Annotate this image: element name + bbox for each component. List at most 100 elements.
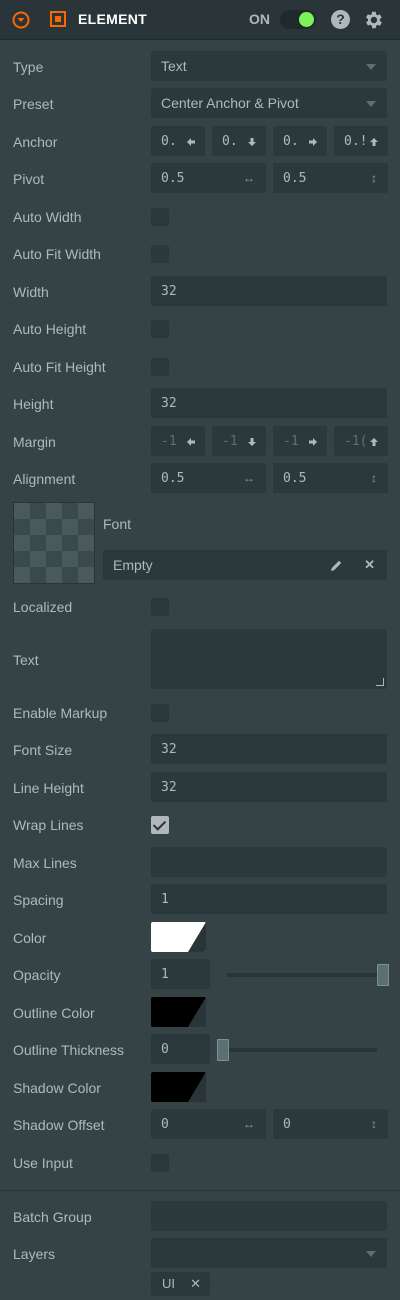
wrap-lines-label: Wrap Lines [13, 817, 84, 833]
row-color: Color [0, 922, 400, 954]
layers-select[interactable] [151, 1238, 387, 1268]
alignment-x-input[interactable]: 0.5 ↔ [151, 463, 266, 493]
resize-handle-icon[interactable] [376, 678, 384, 686]
enabled-toggle[interactable] [280, 10, 316, 29]
type-value: Text [161, 58, 187, 74]
row-type: Type Text [0, 51, 400, 83]
auto-width-checkbox[interactable] [151, 208, 169, 226]
opacity-slider-handle[interactable] [377, 964, 389, 986]
height-label: Height [13, 396, 54, 412]
section-divider [0, 1190, 400, 1191]
max-lines-input[interactable] [151, 847, 387, 877]
batch-group-input[interactable] [151, 1201, 387, 1231]
preset-value: Center Anchor & Pivot [161, 95, 299, 111]
help-icon[interactable]: ? [331, 10, 350, 29]
anchor-right-input[interactable]: 0. [273, 126, 327, 156]
alpha-corner [188, 922, 206, 952]
outline-thickness-slider-handle[interactable] [217, 1039, 229, 1061]
chevron-down-icon [366, 101, 376, 107]
layer-tag-label: UI [162, 1276, 175, 1291]
shadow-color-swatch[interactable] [151, 1072, 206, 1102]
preset-label: Preset [13, 96, 54, 112]
batch-group-label: Batch Group [13, 1209, 92, 1225]
row-anchor: Anchor 0. 0. 0. 0.! [0, 126, 400, 158]
font-size-label: Font Size [13, 742, 73, 758]
row-opacity: Opacity 1 [0, 959, 400, 991]
outline-color-label: Outline Color [13, 1005, 95, 1021]
settings-gear-icon[interactable] [362, 9, 384, 31]
pivot-x-input[interactable]: 0.5 ↔ [151, 163, 266, 193]
margin-bottom-input[interactable]: -1 [212, 426, 266, 456]
arrow-right-icon [309, 438, 317, 446]
enable-markup-checkbox[interactable] [151, 704, 169, 722]
localized-checkbox[interactable] [151, 598, 169, 616]
row-auto-height: Auto Height [0, 313, 400, 345]
arrow-up-icon [370, 438, 378, 446]
outline-thickness-input[interactable]: 0 [151, 1034, 210, 1064]
row-pivot: Pivot 0.5 ↔ 0.5 ↕ [0, 163, 400, 195]
font-asset-field[interactable]: Empty ✕ [103, 550, 387, 580]
auto-fit-width-checkbox[interactable] [151, 245, 169, 263]
line-height-label: Line Height [13, 780, 84, 796]
alpha-corner [188, 1072, 206, 1102]
arrow-up-icon [370, 138, 378, 146]
opacity-slider-track[interactable] [227, 973, 377, 977]
margin-right-input[interactable]: -1 [273, 426, 327, 456]
text-textarea[interactable] [151, 629, 387, 689]
auto-fit-height-label: Auto Fit Height [13, 359, 106, 375]
margin-top-input[interactable]: -1( [334, 426, 388, 456]
arrow-left-icon [187, 438, 195, 446]
preset-select[interactable]: Center Anchor & Pivot [151, 88, 387, 118]
use-input-checkbox[interactable] [151, 1154, 169, 1172]
width-input[interactable]: 32 [151, 276, 387, 306]
font-size-input[interactable]: 32 [151, 734, 387, 764]
type-label: Type [13, 59, 44, 75]
height-input[interactable]: 32 [151, 388, 387, 418]
horizontal-arrows-icon: ↔ [243, 471, 255, 485]
anchor-top-input[interactable]: 0.! [334, 126, 388, 156]
spacing-input[interactable]: 1 [151, 884, 387, 914]
row-alignment: Alignment 0.5 ↔ 0.5 ↕ [0, 463, 400, 495]
component-title: ELEMENT [78, 11, 147, 27]
color-swatch[interactable] [151, 922, 206, 952]
clear-icon[interactable]: ✕ [364, 551, 375, 579]
shadow-offset-x-input[interactable]: 0 ↔ [151, 1109, 266, 1139]
row-line-height: Line Height 32 [0, 772, 400, 804]
font-value: Empty [113, 557, 153, 573]
auto-fit-height-checkbox[interactable] [151, 358, 169, 376]
anchor-bottom-input[interactable]: 0. [212, 126, 266, 156]
row-shadow-offset: Shadow Offset 0 ↔ 0 ↕ [0, 1109, 400, 1141]
width-label: Width [13, 284, 49, 300]
margin-left-input[interactable]: -1 [151, 426, 205, 456]
arrow-right-icon [309, 138, 317, 146]
remove-tag-icon[interactable]: ✕ [190, 1272, 201, 1296]
anchor-left-input[interactable]: 0. [151, 126, 205, 156]
pivot-y-input[interactable]: 0.5 ↕ [273, 163, 388, 193]
element-component-icon [50, 11, 66, 27]
wrap-lines-checkbox[interactable] [151, 816, 169, 834]
line-height-input[interactable]: 32 [151, 772, 387, 802]
shadow-offset-y-input[interactable]: 0 ↕ [273, 1109, 388, 1139]
type-select[interactable]: Text [151, 51, 387, 81]
outline-color-swatch[interactable] [151, 997, 206, 1027]
alignment-label: Alignment [13, 471, 76, 487]
opacity-input[interactable]: 1 [151, 959, 210, 989]
opacity-label: Opacity [13, 967, 61, 983]
arrow-down-icon [248, 438, 256, 446]
horizontal-arrows-icon: ↔ [243, 171, 255, 185]
font-asset-thumbnail[interactable] [13, 502, 95, 584]
edit-pencil-icon[interactable] [330, 559, 343, 572]
shadow-color-label: Shadow Color [13, 1080, 101, 1096]
layers-label: Layers [13, 1246, 56, 1262]
alignment-y-input[interactable]: 0.5 ↕ [273, 463, 388, 493]
collapse-icon[interactable] [12, 11, 30, 29]
enabled-label: ON [249, 11, 270, 27]
margin-label: Margin [13, 434, 56, 450]
enable-markup-label: Enable Markup [13, 705, 108, 721]
spacing-label: Spacing [13, 892, 64, 908]
font-label: Font [103, 516, 132, 532]
row-localized: Localized [0, 591, 400, 623]
pivot-label: Pivot [13, 171, 45, 187]
outline-thickness-slider-track[interactable] [227, 1048, 377, 1052]
auto-height-checkbox[interactable] [151, 320, 169, 338]
